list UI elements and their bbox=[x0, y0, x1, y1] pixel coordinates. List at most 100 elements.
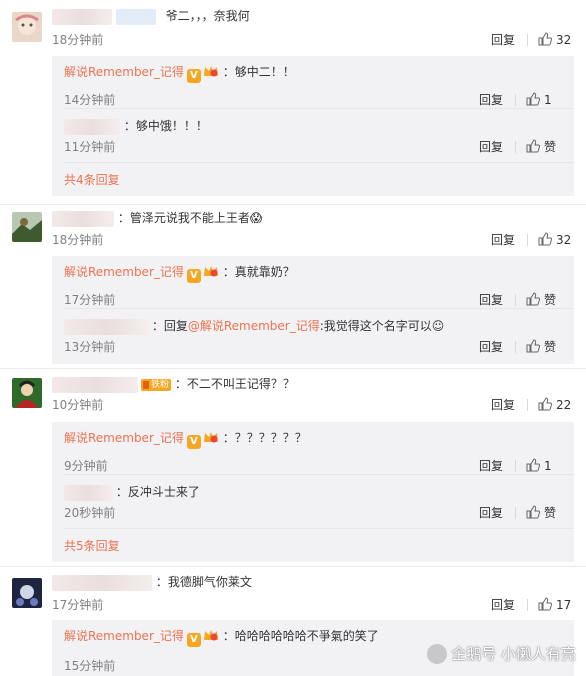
thumbs-up-icon[interactable] bbox=[526, 292, 540, 306]
like-count: 32 bbox=[556, 33, 572, 47]
reply-prefix: ：回复 bbox=[151, 319, 188, 333]
thumbs-up-icon[interactable] bbox=[538, 597, 552, 611]
like-count: 17 bbox=[556, 598, 572, 612]
reply-text: :我觉得这个名字可以☺ bbox=[319, 319, 445, 333]
reply-time: 13分钟前 bbox=[64, 340, 116, 354]
reply-item: 解说Remember_记得 V ：？？？？？？ 9分钟前 回复 1 bbox=[64, 428, 562, 474]
reply-text: ：真就靠奶？ bbox=[222, 265, 295, 279]
comment-text: ：管泽元说我不能上王者😱 bbox=[117, 211, 263, 225]
like-label: 赞 bbox=[544, 140, 557, 154]
thumbs-up-icon[interactable] bbox=[538, 397, 552, 411]
reply-box: 解说Remember_记得 V ：真就靠奶？ 17分钟前 回复赞 ：回复@解说Re… bbox=[52, 256, 574, 364]
reply-button[interactable]: 回复 bbox=[491, 597, 517, 613]
reply-button[interactable]: 回复 bbox=[479, 458, 505, 474]
reply-box: 解说Remember_记得 V ：够中二！！ 14分钟前 回复 1 ：够中饿！！！ … bbox=[52, 56, 574, 196]
reply-text: ：够中饿！！！ bbox=[123, 119, 208, 133]
thumbs-up-icon[interactable] bbox=[526, 505, 540, 519]
reply-button[interactable]: 回复 bbox=[479, 92, 505, 108]
comment-time: 18分钟前 bbox=[52, 33, 104, 47]
like-count: 32 bbox=[556, 233, 572, 247]
thumbs-up-icon[interactable] bbox=[526, 139, 540, 153]
verified-icon: V bbox=[186, 435, 201, 449]
verified-icon: V bbox=[186, 69, 201, 83]
reply-item: 解说Remember_记得 V ：够中二！！ 14分钟前 回复 1 bbox=[64, 62, 562, 108]
vip-crown-icon bbox=[203, 66, 218, 77]
reply-item: ：反冲斗士来了 20秒钟前 回复 赞 bbox=[64, 482, 562, 528]
reply-actions: 回复 1 bbox=[479, 92, 560, 108]
like-count: 22 bbox=[556, 398, 572, 412]
reply-time: 14分钟前 bbox=[64, 93, 116, 107]
reply-author[interactable]: 解说Remember_记得 bbox=[64, 265, 184, 279]
watermark-text: 企鹅号 小懒人有亮 bbox=[451, 645, 576, 663]
reply-box: 解说Remember_记得 V ：？？？？？？ 9分钟前 回复 1 ：反冲斗士来了 … bbox=[52, 422, 574, 562]
reply-time: 11分钟前 bbox=[64, 140, 116, 154]
comment-text: ：我德脚气你莱文 bbox=[155, 575, 252, 589]
reply-button[interactable]: 回复 bbox=[479, 292, 505, 308]
thumbs-up-icon[interactable] bbox=[526, 458, 540, 472]
fan-badge: 铁粉 bbox=[141, 378, 172, 391]
reply-author[interactable]: 解说Remember_记得 bbox=[64, 65, 184, 79]
reply-text: ：够中二！！ bbox=[222, 65, 295, 79]
watermark: 企鹅号 小懒人有亮 bbox=[427, 643, 576, 664]
reply-author[interactable]: 解说Remember_记得 bbox=[64, 431, 184, 445]
more-replies-link[interactable]: 共5条回复 bbox=[64, 538, 120, 554]
thumbs-up-icon[interactable] bbox=[538, 232, 552, 246]
username-blurred[interactable] bbox=[52, 376, 138, 393]
vip-crown-icon bbox=[203, 630, 218, 641]
reply-text: ：？？？？？？ bbox=[222, 431, 307, 445]
username-blurred[interactable] bbox=[52, 8, 112, 25]
avatar[interactable] bbox=[12, 212, 42, 242]
like-label: 赞 bbox=[544, 293, 557, 307]
thumbs-up-icon[interactable] bbox=[538, 32, 552, 46]
username-blurred bbox=[115, 8, 156, 25]
reply-time: 9分钟前 bbox=[64, 459, 108, 473]
reply-item: ：回复@解说Remember_记得:我觉得这个名字可以☺ 13分钟前 回复 赞 bbox=[64, 316, 562, 362]
username-blurred[interactable] bbox=[64, 484, 112, 501]
comment-actions: 回复 32 bbox=[491, 32, 572, 48]
reply-button[interactable]: 回复 bbox=[479, 139, 505, 155]
username-blurred[interactable] bbox=[64, 318, 148, 335]
comment-text: 爷二，，，奈我何 bbox=[165, 9, 250, 23]
avatar[interactable] bbox=[12, 578, 42, 608]
reply-actions: 回复 赞 bbox=[479, 339, 560, 355]
vip-crown-icon bbox=[203, 266, 218, 277]
avatar[interactable] bbox=[12, 12, 42, 42]
like-label: 赞 bbox=[544, 340, 557, 354]
reply-button[interactable]: 回复 bbox=[491, 32, 517, 48]
reply-author[interactable]: 解说Remember_记得 bbox=[64, 629, 184, 643]
penguin-logo-icon bbox=[427, 644, 448, 664]
like-count: 1 bbox=[544, 459, 552, 473]
comment-actions: 回复 22 bbox=[491, 397, 572, 413]
reply-text: ：反冲斗士来了 bbox=[115, 485, 200, 499]
username-blurred[interactable] bbox=[52, 210, 114, 227]
username-blurred[interactable] bbox=[64, 118, 120, 135]
thumbs-up-icon[interactable] bbox=[526, 339, 540, 353]
reply-button[interactable]: 回复 bbox=[491, 232, 517, 248]
verified-icon: V bbox=[186, 633, 201, 647]
reply-text: ：哈哈哈哈哈哈不爭氣的笑了 bbox=[222, 629, 379, 643]
reply-actions: 回复 赞 bbox=[479, 505, 560, 521]
reply-actions: 回复 赞 bbox=[479, 292, 560, 308]
username-blurred[interactable] bbox=[52, 574, 152, 591]
comment-actions: 回复 17 bbox=[491, 597, 572, 613]
reply-time: 15分钟前 bbox=[64, 659, 116, 673]
vip-crown-icon bbox=[203, 432, 218, 443]
reply-time: 17分钟前 bbox=[64, 293, 116, 307]
comment-time: 18分钟前 bbox=[52, 233, 104, 247]
mention-link[interactable]: @解说Remember_记得 bbox=[188, 319, 320, 333]
like-label: 赞 bbox=[544, 506, 557, 520]
reply-button[interactable]: 回复 bbox=[479, 505, 505, 521]
reply-button[interactable]: 回复 bbox=[491, 397, 517, 413]
comment-actions: 回复 32 bbox=[491, 232, 572, 248]
like-count: 1 bbox=[544, 93, 552, 107]
avatar[interactable] bbox=[12, 378, 42, 408]
reply-button[interactable]: 回复 bbox=[479, 339, 505, 355]
verified-icon: V bbox=[186, 269, 201, 283]
thumbs-up-icon[interactable] bbox=[526, 92, 540, 106]
comment-time: 10分钟前 bbox=[52, 398, 104, 412]
reply-item: ：够中饿！！！ 11分钟前 回复 赞 bbox=[64, 116, 562, 162]
reply-item: 解说Remember_记得 V ：真就靠奶？ 17分钟前 回复 赞 bbox=[64, 262, 562, 308]
comment-time: 17分钟前 bbox=[52, 598, 104, 612]
more-replies-link[interactable]: 共4条回复 bbox=[64, 172, 120, 188]
reply-actions: 回复 1 bbox=[479, 458, 560, 474]
